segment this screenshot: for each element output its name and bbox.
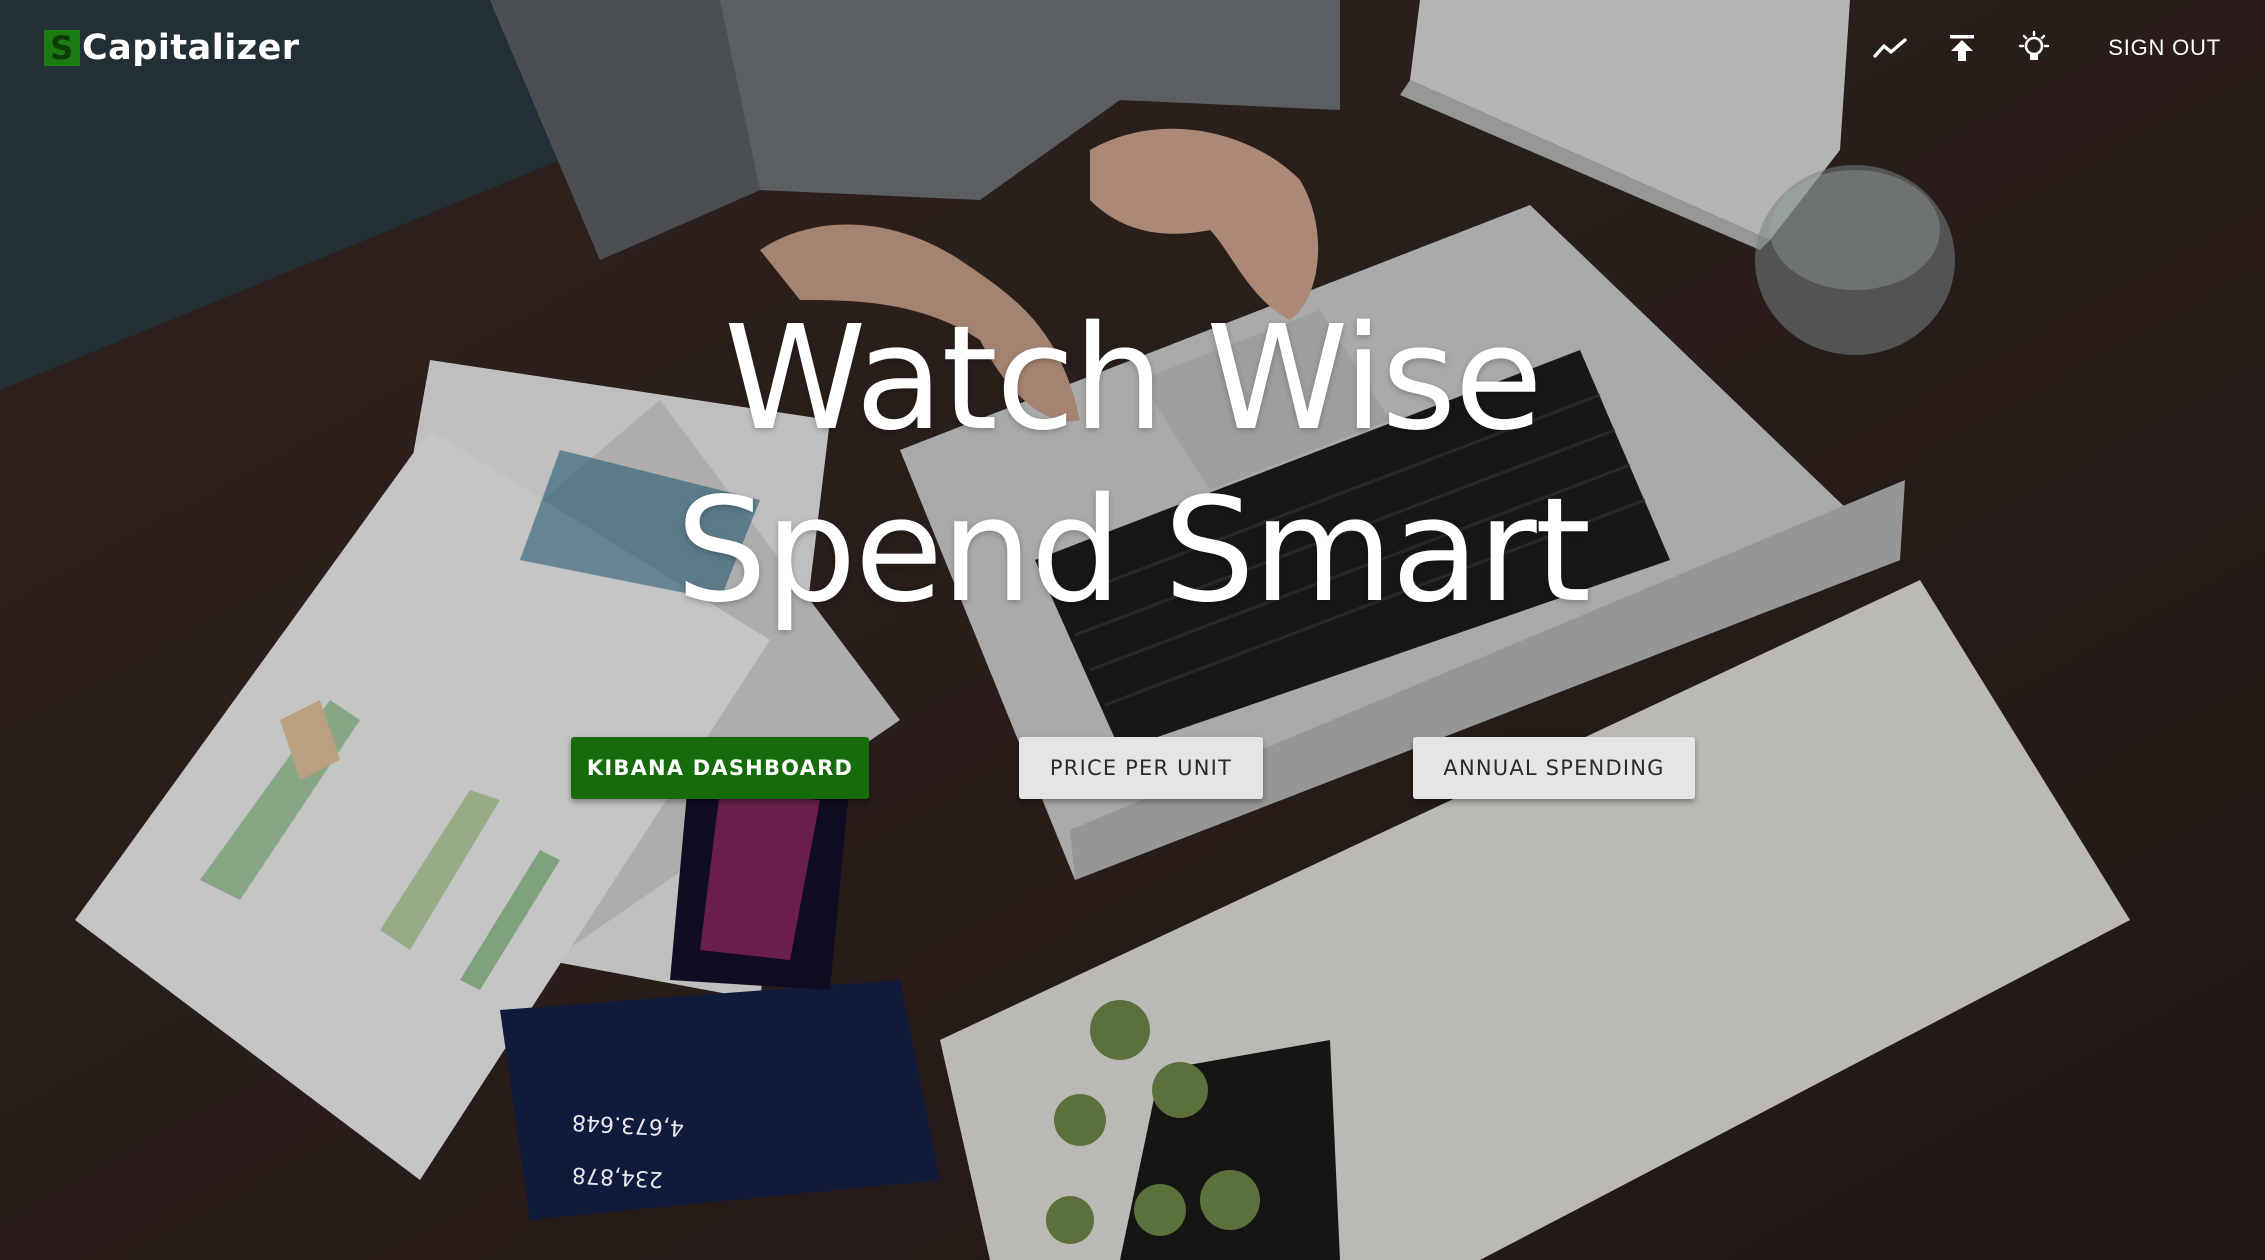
hero-section: S Capitalizer SIGN OUT Watch Wise Spend …	[0, 0, 2265, 1260]
nav-actions: SIGN OUT	[1838, 28, 2221, 68]
top-navbar: S Capitalizer SIGN OUT	[0, 0, 2265, 96]
annual-spending-button[interactable]: ANNUAL SPENDING	[1413, 737, 1695, 799]
headline-line-1: Watch Wise	[724, 294, 1543, 462]
upload-icon[interactable]	[1942, 28, 1982, 68]
kibana-dashboard-button[interactable]: KIBANA DASHBOARD	[571, 737, 869, 799]
hero-headline: Watch Wise Spend Smart	[0, 292, 2265, 636]
brand-logo[interactable]: S Capitalizer	[44, 28, 300, 68]
trending-up-icon[interactable]	[1870, 28, 1910, 68]
sign-out-link[interactable]: SIGN OUT	[2108, 35, 2221, 61]
brand-mark: S	[44, 30, 80, 66]
price-per-unit-button[interactable]: PRICE PER UNIT	[1019, 737, 1263, 799]
background-report-number-2: 234,878	[571, 1161, 664, 1192]
headline-line-2: Spend Smart	[675, 466, 1591, 634]
brand-name: Capitalizer	[82, 28, 300, 68]
lightbulb-icon[interactable]	[2014, 28, 2054, 68]
